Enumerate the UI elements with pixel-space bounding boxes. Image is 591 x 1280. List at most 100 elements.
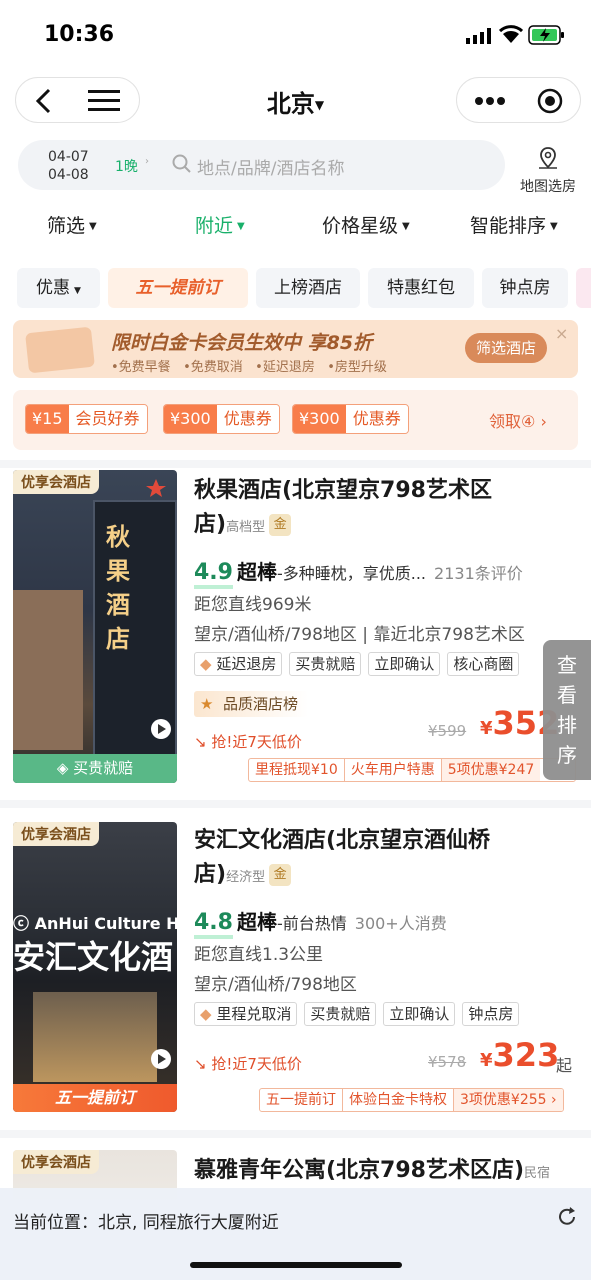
coupon-amount: ¥300 xyxy=(164,405,217,433)
coupon[interactable]: ¥300 优惠券 xyxy=(163,404,280,434)
footer-label: 买贵就赔 xyxy=(73,759,134,777)
caret-down-icon: ▼ xyxy=(74,286,81,296)
hotel-name[interactable]: 安汇文化酒店(北京望京酒仙桥 店)经济型金 xyxy=(194,824,490,895)
play-icon[interactable] xyxy=(150,718,172,740)
miniprogram-capsule xyxy=(456,77,581,123)
original-price: ¥599 xyxy=(428,722,467,740)
filter-bar: 筛选 ▼ 附近 ▼ 价格星级 ▼ 智能排序 ▼ xyxy=(0,205,591,245)
hotel-photo[interactable]: ⓒ AnHui Culture H 安汇文化酒 优享会酒店 五一提前订 xyxy=(13,822,177,1112)
member-hotel-badge: 优享会酒店 xyxy=(13,822,99,846)
shield-icon: ◈ xyxy=(56,759,69,777)
brand-logo-icon: ⓒ xyxy=(13,914,30,933)
caret-down-icon: ▼ xyxy=(402,221,410,232)
rating-row: 4.9 超棒-多种睡枕，享优质... 2131条评价 xyxy=(194,556,523,589)
perk: 5项优惠¥247 xyxy=(441,759,541,781)
diamond-icon: ◆ xyxy=(200,1005,212,1023)
benefit: •免费早餐 xyxy=(111,360,171,375)
tag: ◆ 延迟退房 xyxy=(194,652,283,676)
divider xyxy=(0,460,591,468)
chip-overflow xyxy=(576,268,591,308)
banner-benefits: •免费早餐 •免费取消 •延迟退房 •房型升级 xyxy=(111,356,387,375)
chip-red-packet[interactable]: 特惠红包 xyxy=(368,268,474,308)
rank-badge[interactable]: ★ 品质酒店榜 xyxy=(194,691,309,717)
guarantee-footer: ◈ 买贵就赔 xyxy=(13,754,177,783)
filter-label: 附近 xyxy=(195,215,234,237)
hotel-card[interactable]: ⓒ AnHui Culture H 安汇文化酒 优享会酒店 五一提前订 安汇文化… xyxy=(0,822,591,1127)
hotel-card[interactable]: 秋果酒店 优享会酒店 ◈ 买贵就赔 秋果酒店(北京望京798艺术区 店)高档型金 … xyxy=(0,470,591,800)
review-highlight: -多种睡枕，享优质... xyxy=(276,564,427,583)
filter-nearby[interactable]: 附近 ▼ xyxy=(195,211,245,238)
low-price-note: ↘ 抢!近7天低价 xyxy=(194,731,302,752)
rating-level: 超棒 xyxy=(236,560,277,584)
close-icon[interactable]: × xyxy=(555,324,568,343)
sign-char: 酒 xyxy=(106,591,130,619)
status-time: 10:36 xyxy=(44,22,115,47)
tag: 核心商圈 xyxy=(447,652,520,676)
chip-label: 上榜酒店 xyxy=(274,278,342,298)
perk: 火车用户特惠 xyxy=(345,759,442,781)
feature-tags: ◆ 延迟退房 买贵就赔 立即确认 核心商圈 xyxy=(194,652,520,676)
chip-label: 钟点房 xyxy=(499,278,551,298)
sign-char: 果 xyxy=(106,557,130,585)
filter-price-star[interactable]: 价格星级 ▼ xyxy=(322,211,410,238)
hotel-class: 民宿 xyxy=(524,1166,551,1181)
rank-label: 品质酒店榜 xyxy=(223,695,299,713)
gold-badge: 金 xyxy=(269,514,292,536)
coupon[interactable]: ¥15 会员好券 xyxy=(25,404,148,434)
chip-may-day[interactable]: 五一提前订 xyxy=(108,268,248,308)
wifi-icon xyxy=(499,25,523,43)
search-input[interactable]: 地点/品牌/酒店名称 xyxy=(197,154,344,179)
more-icon[interactable] xyxy=(475,96,505,106)
coupon-name: 优惠券 xyxy=(216,405,279,433)
filter-label: 价格星级 xyxy=(322,215,399,237)
chip-label: 五一提前订 xyxy=(135,278,221,298)
filter-screen[interactable]: 筛选 ▼ xyxy=(47,211,97,238)
hotel-photo[interactable]: 秋果酒店 优享会酒店 ◈ 买贵就赔 xyxy=(13,470,177,783)
chip-hourly[interactable]: 钟点房 xyxy=(482,268,568,308)
close-target-icon[interactable] xyxy=(537,88,563,114)
benefit: •免费取消 xyxy=(183,360,243,375)
lobby-light xyxy=(33,992,157,1082)
map-select-button[interactable]: 地图选房 xyxy=(512,146,584,196)
coupon[interactable]: ¥300 优惠券 xyxy=(292,404,409,434)
promo-footer: 五一提前订 xyxy=(13,1084,177,1112)
rating-row: 4.8 超棒-前台热情 300+人消费 xyxy=(194,906,447,939)
chip-ranked[interactable]: 上榜酒店 xyxy=(256,268,360,308)
perks-bar[interactable]: 五一提前订 体验白金卡特权 3项优惠¥255 › xyxy=(259,1088,564,1112)
banner-title: 限时白金卡会员生效中 享85折 xyxy=(111,332,373,354)
divider xyxy=(0,1130,591,1138)
member-hotel-badge: 优享会酒店 xyxy=(13,1150,99,1174)
filter-sort[interactable]: 智能排序 ▼ xyxy=(470,211,558,238)
original-price: ¥578 xyxy=(428,1053,467,1071)
tag: 立即确认 xyxy=(383,1002,456,1026)
coupon-strip[interactable]: ¥15 会员好券 ¥300 优惠券 ¥300 优惠券 领取④ › xyxy=(13,390,578,450)
name-line: 店) xyxy=(194,512,227,537)
member-card-icon xyxy=(25,326,95,374)
view-sort-button[interactable]: 查 看 排 序 xyxy=(543,640,591,780)
search-bar[interactable]: 04-07 04-08 1晚 › 地点/品牌/酒店名称 xyxy=(18,140,505,190)
filter-hotels-button[interactable]: 筛选酒店 xyxy=(465,333,547,363)
fab-char: 看 xyxy=(557,683,577,707)
trend-down-icon: ↘ xyxy=(194,1055,207,1073)
date-range[interactable]: 04-07 04-08 xyxy=(48,148,89,184)
sign-char: 店 xyxy=(106,625,130,653)
perks-bar[interactable]: 里程抵现¥10 火车用户特惠 5项优惠¥247 xyxy=(248,758,576,782)
chip-discount[interactable]: 优惠 ▼ xyxy=(17,268,100,308)
review-count: 300+人消费 xyxy=(354,914,447,933)
claim-coupons-link[interactable]: 领取④ › xyxy=(489,408,547,432)
rating-level: 超棒 xyxy=(236,910,277,934)
city-name: 北京 xyxy=(266,90,315,118)
currency-symbol: ¥ xyxy=(480,1050,493,1071)
tag: 立即确认 xyxy=(368,652,441,676)
refresh-icon[interactable] xyxy=(556,1206,578,1228)
area: 望京/酒仙桥/798地区 | 靠近北京798艺术区 xyxy=(194,625,525,645)
hotel-name[interactable]: 秋果酒店(北京望京798艺术区 店)高档型金 xyxy=(194,474,492,545)
name-line: 慕雅青年公寓(北京798艺术区店) xyxy=(194,1158,525,1183)
rating-score: 4.9 xyxy=(194,560,233,589)
platinum-banner[interactable]: 限时白金卡会员生效中 享85折 •免费早餐 •免费取消 •延迟退房 •房型升级 … xyxy=(13,320,578,378)
benefit: •延迟退房 xyxy=(255,360,315,375)
hotel-name[interactable]: 慕雅青年公寓(北京798艺术区店)民宿 xyxy=(194,1154,550,1191)
distance: 距您直线969米 xyxy=(194,595,312,615)
fab-char: 序 xyxy=(557,743,577,767)
play-icon[interactable] xyxy=(150,1048,172,1070)
